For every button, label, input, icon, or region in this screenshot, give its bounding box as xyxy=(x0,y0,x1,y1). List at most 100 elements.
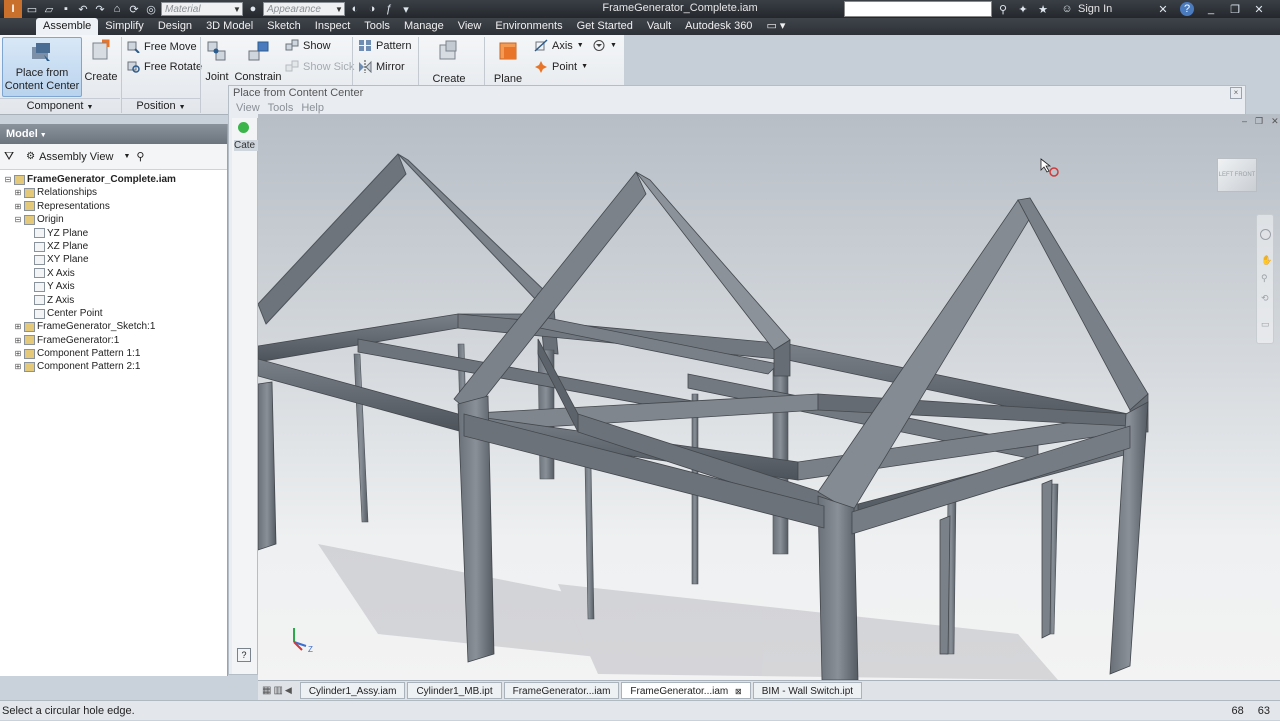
expand-toggle-icon[interactable]: ⊟ xyxy=(14,213,22,226)
doc-tab-framegenerator-1[interactable]: FrameGenerator...iam xyxy=(503,682,620,699)
tree-node[interactable]: ⊞ FrameGenerator_Sketch:1 xyxy=(0,320,227,333)
expand-toggle-icon[interactable]: ⊞ xyxy=(14,200,22,213)
show-sick-button[interactable]: Show Sick xyxy=(285,60,354,73)
open-icon[interactable]: ▱ xyxy=(42,2,56,16)
tree-node[interactable]: X Axis xyxy=(0,267,227,280)
cc-back-icon[interactable] xyxy=(238,122,249,133)
tree-node[interactable]: ⊟ Origin xyxy=(0,213,227,226)
constrain-button[interactable]: Constrain xyxy=(234,39,282,83)
exchange-icon[interactable]: ✕ xyxy=(1156,2,1170,16)
new-icon[interactable]: ▭ xyxy=(25,2,39,16)
tree-node[interactable]: ⊞ Representations xyxy=(0,200,227,213)
tree-node[interactable]: YZ Plane xyxy=(0,227,227,240)
joint-button[interactable]: Joint xyxy=(202,39,232,83)
create-component-button[interactable]: Create xyxy=(84,39,118,83)
binoculars-search-icon[interactable]: ⚲ xyxy=(136,150,144,163)
tree-node[interactable]: ⊟ FrameGenerator_Complete.iam xyxy=(0,173,227,186)
expand-toggle-icon[interactable]: ⊞ xyxy=(14,320,22,333)
expand-toggle-icon[interactable]: ⊞ xyxy=(14,360,22,373)
restore-window-icon[interactable]: ❐ xyxy=(1228,2,1242,16)
tab-environments[interactable]: Environments xyxy=(488,18,569,35)
appearance-combo[interactable]: Appearance ▼ xyxy=(263,2,345,16)
clear-icon[interactable]: ◑ xyxy=(365,2,379,16)
expand-toggle-icon[interactable]: ⊞ xyxy=(14,186,22,199)
doc-tab-bim-wall-switch[interactable]: BIM - Wall Switch.ipt xyxy=(752,682,863,699)
sign-in[interactable]: ☺ Sign In xyxy=(1060,2,1112,16)
tree-node[interactable]: XY Plane xyxy=(0,253,227,266)
doc-tab-close-icon[interactable]: ⊠ xyxy=(735,687,742,696)
assembly-view-selector[interactable]: ⚙ Assembly View ▼ xyxy=(26,151,130,163)
look-at-icon[interactable]: ▭ xyxy=(1261,319,1270,330)
adjust-icon[interactable]: ◐ xyxy=(348,2,362,16)
viewport-close-icon[interactable]: ✕ xyxy=(1271,116,1279,127)
tree-node[interactable]: ⊞ Relationships xyxy=(0,186,227,199)
steering-wheel-icon[interactable] xyxy=(1260,229,1271,240)
tree-node[interactable]: Y Axis xyxy=(0,280,227,293)
orbit-icon[interactable]: ⟲ xyxy=(1261,293,1269,304)
fx-icon[interactable]: ƒ xyxy=(382,2,396,16)
show-button[interactable]: Show xyxy=(285,39,331,52)
ucs-dropdown-icon[interactable]: ▼ xyxy=(610,42,617,49)
mirror-button[interactable]: Mirror xyxy=(358,60,405,73)
doc-tab-cylinder1-assy[interactable]: Cylinder1_Assy.iam xyxy=(299,682,406,699)
star-icon[interactable]: ★ xyxy=(1036,2,1050,16)
tab-get-started[interactable]: Get Started xyxy=(570,18,640,35)
tree-node[interactable]: Z Axis xyxy=(0,294,227,307)
pan-icon[interactable]: ✋ xyxy=(1261,255,1272,266)
place-from-content-center-button[interactable]: Place from Content Center xyxy=(2,37,82,97)
expand-toggle-icon[interactable]: ⊞ xyxy=(14,334,22,347)
tab-scroll-left-icon[interactable]: ◀ xyxy=(285,685,292,696)
axis-button[interactable]: Axis ▼ xyxy=(534,39,584,52)
doc-tab-cylinder1-mb[interactable]: Cylinder1_MB.ipt xyxy=(407,682,502,699)
customize-icon[interactable]: ▾ xyxy=(399,2,413,16)
cc-menu-help[interactable]: Help xyxy=(301,102,324,114)
expand-toggle-icon[interactable]: ⊞ xyxy=(14,347,22,360)
axis-dropdown-icon[interactable]: ▼ xyxy=(577,42,584,49)
ribbon-toggle-icon[interactable]: ▭ ▾ xyxy=(759,18,792,35)
minimize-window-icon[interactable]: _ xyxy=(1204,2,1218,16)
create-frame-button[interactable]: Create xyxy=(428,39,470,85)
point-dropdown-icon[interactable]: ▼ xyxy=(581,63,588,70)
update-icon[interactable]: ⟳ xyxy=(127,2,141,16)
help-search-input[interactable] xyxy=(844,1,992,17)
cascade-windows-icon[interactable]: ▥ xyxy=(273,685,282,696)
expand-toggle-icon[interactable]: ⊟ xyxy=(4,173,12,186)
content-center-close-icon[interactable]: × xyxy=(1230,87,1242,99)
tab-autodesk-360[interactable]: Autodesk 360 xyxy=(678,18,759,35)
tab-simplify[interactable]: Simplify xyxy=(98,18,151,35)
filter-icon[interactable]: ⛛ xyxy=(4,149,14,164)
tree-node[interactable]: Center Point xyxy=(0,307,227,320)
panel-position[interactable]: Position ▼ xyxy=(122,98,200,114)
cc-menu-view[interactable]: View xyxy=(236,102,260,114)
tab-vault[interactable]: Vault xyxy=(640,18,678,35)
tab-view[interactable]: View xyxy=(451,18,489,35)
material-combo[interactable]: Material ▼ xyxy=(161,2,243,16)
redo-icon[interactable]: ↷ xyxy=(93,2,107,16)
help-icon[interactable]: ? xyxy=(1180,2,1194,16)
tree-node[interactable]: ⊞ Component Pattern 2:1 xyxy=(0,360,227,373)
free-move-button[interactable]: Free Move xyxy=(126,40,197,53)
tab-tools[interactable]: Tools xyxy=(357,18,397,35)
tab-inspect[interactable]: Inspect xyxy=(308,18,357,35)
select-icon[interactable]: ◎ xyxy=(144,2,158,16)
plane-button[interactable]: Plane xyxy=(488,39,528,85)
undo-icon[interactable]: ↶ xyxy=(76,2,90,16)
app-menu-icon[interactable]: I xyxy=(4,0,22,18)
tile-windows-icon[interactable]: ▦ xyxy=(262,685,271,696)
panel-component[interactable]: Component ▼ xyxy=(0,98,120,114)
pattern-button[interactable]: Pattern xyxy=(358,39,411,52)
graphics-viewport[interactable]: Z LEFT FRONT ✋ ⚲ ⟲ ▭ – ❐ ✕ xyxy=(258,114,1280,680)
tab-3d-model[interactable]: 3D Model xyxy=(199,18,260,35)
browser-header[interactable]: Model ▼ xyxy=(0,124,227,144)
cc-help-icon[interactable]: ? xyxy=(237,648,251,662)
ucs-button[interactable]: ▼ xyxy=(592,39,617,52)
tools-icon[interactable]: ✦ xyxy=(1016,2,1030,16)
close-window-icon[interactable]: ✕ xyxy=(1252,2,1266,16)
tab-manage[interactable]: Manage xyxy=(397,18,451,35)
tab-design[interactable]: Design xyxy=(151,18,199,35)
cc-menu-tools[interactable]: Tools xyxy=(268,102,294,114)
free-rotate-button[interactable]: Free Rotate xyxy=(126,60,202,73)
viewport-restore-icon[interactable]: ❐ xyxy=(1255,116,1263,127)
viewcube-face[interactable]: LEFT FRONT xyxy=(1217,158,1257,192)
viewcube[interactable]: LEFT FRONT xyxy=(1213,154,1261,196)
